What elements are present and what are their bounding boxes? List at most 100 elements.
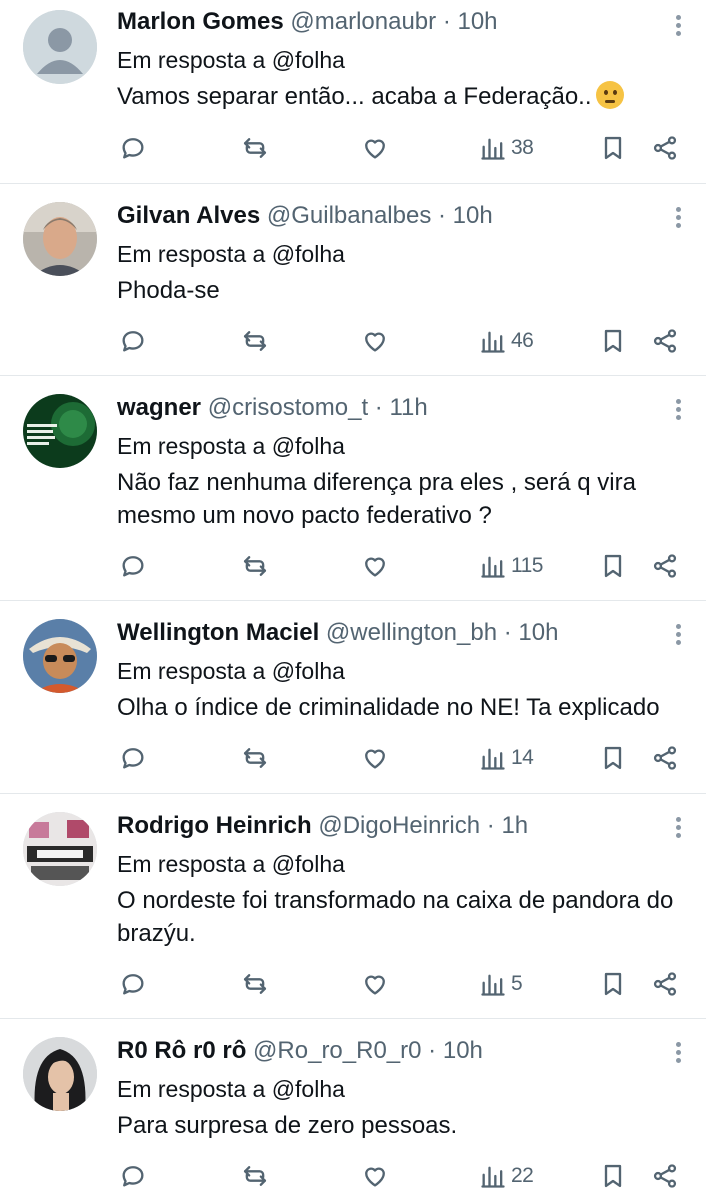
- views-button[interactable]: 22: [479, 1160, 534, 1192]
- like-button[interactable]: [361, 1160, 389, 1192]
- reply-mention[interactable]: @folha: [272, 433, 345, 459]
- bookmark-icon: [604, 329, 622, 353]
- share-button[interactable]: [651, 742, 679, 774]
- views-button[interactable]: 14: [479, 742, 534, 774]
- bookmark-button[interactable]: [599, 968, 627, 1000]
- timestamp[interactable]: 10h: [518, 619, 558, 646]
- user-handle[interactable]: @crisostomo_t: [208, 394, 368, 421]
- view-count: 5: [511, 972, 523, 995]
- display-name[interactable]: Marlon Gomes: [117, 8, 284, 35]
- like-button[interactable]: [361, 325, 389, 357]
- display-name[interactable]: Gilvan Alves: [117, 202, 260, 229]
- tweet[interactable]: Rodrigo Heinrich @DigoHeinrich · 1h Em r…: [0, 794, 706, 1019]
- retweet-icon: [243, 974, 267, 994]
- view-count: 115: [511, 554, 543, 577]
- user-handle[interactable]: @DigoHeinrich: [318, 812, 480, 839]
- reply-button[interactable]: [119, 325, 147, 357]
- share-button[interactable]: [651, 132, 679, 164]
- more-options-button[interactable]: [668, 621, 688, 651]
- avatar[interactable]: [23, 202, 97, 276]
- timestamp[interactable]: 11h: [389, 394, 427, 421]
- reply-mention[interactable]: @folha: [272, 1076, 345, 1102]
- reply-mention[interactable]: @folha: [272, 241, 345, 267]
- bookmark-icon: [604, 136, 622, 160]
- like-button[interactable]: [361, 132, 389, 164]
- like-button[interactable]: [361, 550, 389, 582]
- display-name[interactable]: wagner: [117, 394, 201, 421]
- tweet[interactable]: Wellington Maciel @wellington_bh · 10h E…: [0, 601, 706, 794]
- timestamp[interactable]: 1h: [501, 812, 528, 839]
- retweet-button[interactable]: [241, 742, 269, 774]
- reply-button[interactable]: [119, 968, 147, 1000]
- bookmark-icon: [604, 972, 622, 996]
- bookmark-button[interactable]: [599, 132, 627, 164]
- more-options-button[interactable]: [668, 396, 688, 426]
- more-options-button[interactable]: [668, 1039, 688, 1069]
- share-button[interactable]: [651, 325, 679, 357]
- avatar[interactable]: [23, 1037, 97, 1111]
- retweet-button[interactable]: [241, 132, 269, 164]
- reply-button[interactable]: [119, 1160, 147, 1192]
- action-bar: 5: [117, 968, 706, 1000]
- reply-prefix: Em resposta a: [117, 241, 266, 267]
- reply-button[interactable]: [119, 742, 147, 774]
- views-button[interactable]: 46: [479, 325, 534, 357]
- share-button[interactable]: [651, 550, 679, 582]
- reply-context: Em resposta a @folha: [117, 46, 686, 74]
- retweet-icon: [243, 1166, 267, 1186]
- retweet-icon: [243, 331, 267, 351]
- share-icon: [653, 136, 677, 160]
- views-icon: [481, 974, 505, 996]
- views-button[interactable]: 38: [479, 132, 534, 164]
- tweet[interactable]: Marlon Gomes @marlonaubr · 10h Em respos…: [0, 0, 706, 184]
- like-button[interactable]: [361, 968, 389, 1000]
- user-handle[interactable]: @Ro_ro_R0_r0: [253, 1037, 421, 1064]
- avatar[interactable]: [23, 394, 97, 468]
- user-handle[interactable]: @wellington_bh: [326, 619, 497, 646]
- avatar[interactable]: [23, 10, 97, 84]
- share-button[interactable]: [651, 968, 679, 1000]
- retweet-button[interactable]: [241, 325, 269, 357]
- like-button[interactable]: [361, 742, 389, 774]
- bookmark-button[interactable]: [599, 550, 627, 582]
- bookmark-button[interactable]: [599, 325, 627, 357]
- bookmark-button[interactable]: [599, 1160, 627, 1192]
- default-avatar-icon: [23, 10, 97, 84]
- tweet[interactable]: wagner @crisostomo_t · 11h Em resposta a…: [0, 376, 706, 601]
- timestamp[interactable]: 10h: [443, 1037, 483, 1064]
- tweet[interactable]: Gilvan Alves @Guilbanalbes · 10h Em resp…: [0, 184, 706, 376]
- views-icon: [481, 556, 505, 578]
- reply-button[interactable]: [119, 132, 147, 164]
- more-options-button[interactable]: [668, 12, 688, 42]
- avatar[interactable]: [23, 619, 97, 693]
- views-button[interactable]: 115: [479, 550, 543, 582]
- retweet-button[interactable]: [241, 1160, 269, 1192]
- user-handle[interactable]: @marlonaubr: [290, 8, 436, 35]
- avatar[interactable]: [23, 812, 97, 886]
- bookmark-button[interactable]: [599, 742, 627, 774]
- reply-prefix: Em resposta a: [117, 1076, 266, 1102]
- separator-dot: ·: [438, 202, 446, 229]
- reply-mention[interactable]: @folha: [272, 851, 345, 877]
- cartoon-man-icon: [23, 619, 97, 693]
- more-options-button[interactable]: [668, 814, 688, 844]
- timestamp[interactable]: 10h: [457, 8, 497, 35]
- more-options-button[interactable]: [668, 204, 688, 234]
- views-button[interactable]: 5: [479, 968, 523, 1000]
- display-name[interactable]: Wellington Maciel: [117, 619, 319, 646]
- reply-context: Em resposta a @folha: [117, 240, 686, 268]
- retweet-button[interactable]: [241, 968, 269, 1000]
- timestamp[interactable]: 10h: [453, 202, 493, 229]
- action-bar: 14: [117, 742, 706, 774]
- share-button[interactable]: [651, 1160, 679, 1192]
- retweet-button[interactable]: [241, 550, 269, 582]
- user-handle[interactable]: @Guilbanalbes: [267, 202, 431, 229]
- reply-button[interactable]: [119, 550, 147, 582]
- display-name[interactable]: Rodrigo Heinrich: [117, 812, 312, 839]
- tweet[interactable]: R0 Rô r0 rô @Ro_ro_R0_r0 · 10h Em respos…: [0, 1019, 706, 1200]
- reply-icon: [122, 1166, 144, 1187]
- tweet-text-content: Vamos separar então... acaba a Federação…: [117, 83, 592, 110]
- reply-mention[interactable]: @folha: [272, 658, 345, 684]
- reply-mention[interactable]: @folha: [272, 47, 345, 73]
- display-name[interactable]: R0 Rô r0 rô: [117, 1037, 246, 1064]
